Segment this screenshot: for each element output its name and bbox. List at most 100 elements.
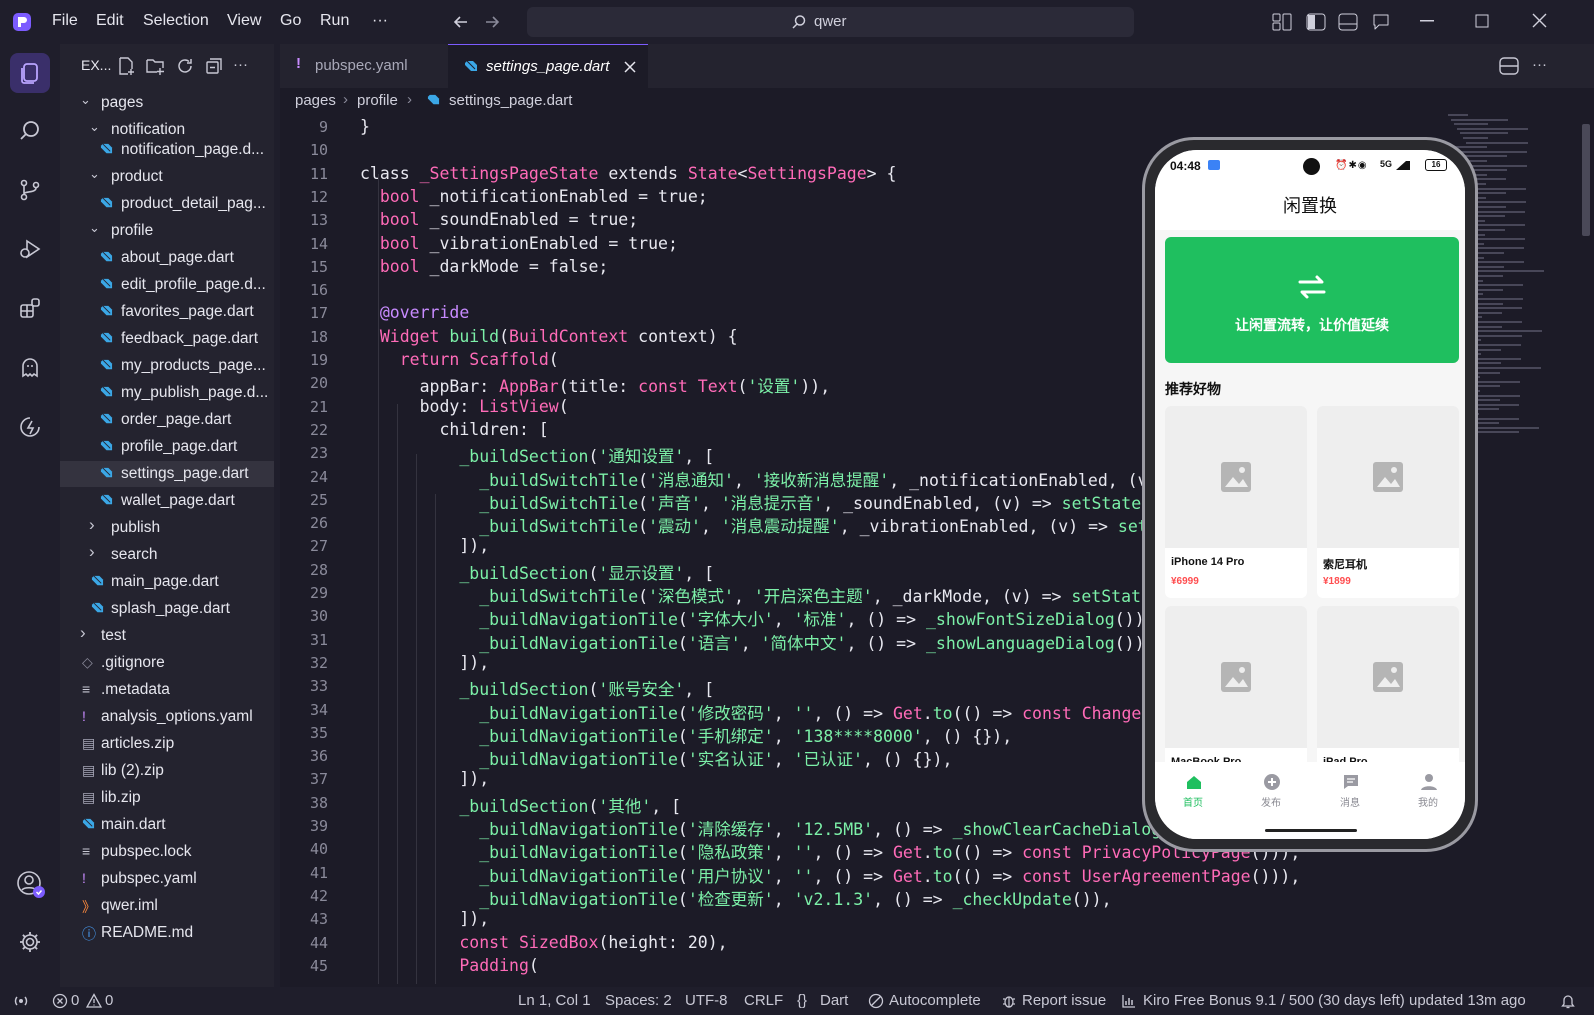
tree-item[interactable]: ≡ pubspec.lock [60, 839, 274, 865]
explorer-more-icon[interactable]: ··· [233, 56, 248, 73]
tree-item[interactable]: ≡ .metadata [60, 677, 274, 703]
settings-gear-icon[interactable] [18, 930, 42, 954]
code-token: . [922, 703, 933, 723]
nav-item[interactable]: 首页 [1178, 772, 1208, 812]
tree-item[interactable]: profile_page.dart [60, 434, 274, 460]
split-editor-icon[interactable] [1499, 56, 1519, 76]
tree-item[interactable]: ▤ articles.zip [60, 731, 274, 757]
phone-app-bar: 闲置换 [1155, 180, 1465, 230]
line-ending[interactable]: CRLF [744, 992, 783, 1009]
editor-scrollbar[interactable] [1582, 124, 1590, 236]
tree-item[interactable]: main_page.dart [60, 569, 274, 595]
tree-item[interactable]: › publish [60, 515, 274, 541]
warning-icon[interactable] [86, 993, 102, 1009]
layout-customize-icon[interactable] [1272, 13, 1292, 31]
breadcrumb-file[interactable]: settings_page.dart [449, 92, 572, 109]
arrow-right-icon[interactable] [483, 13, 501, 31]
close-window-icon[interactable] [1532, 13, 1547, 28]
tree-item[interactable]: my_products_page... [60, 353, 274, 379]
warning-count[interactable]: 0 [105, 992, 113, 1009]
autocomplete-status[interactable]: Autocomplete [889, 992, 981, 1009]
menu-view[interactable]: View [227, 12, 261, 30]
close-tab-icon[interactable] [624, 61, 636, 73]
refresh-icon[interactable] [175, 56, 195, 76]
source-control-icon[interactable] [18, 178, 42, 202]
tree-item[interactable]: my_publish_page.d... [60, 380, 274, 406]
tab-pubspec-yaml[interactable]: ! pubspec.yaml [280, 44, 448, 88]
arrow-left-icon[interactable] [452, 13, 470, 31]
toggle-panel-icon[interactable] [1338, 13, 1358, 31]
command-search-box[interactable]: qwer [527, 7, 1134, 37]
chat-icon[interactable] [1371, 12, 1391, 32]
menu-file[interactable]: File [52, 12, 78, 30]
tree-item[interactable]: ⌄ profile [60, 218, 274, 244]
hero-banner[interactable]: 让闲置流转，让价值延续 [1165, 237, 1459, 363]
breadcrumb-pages[interactable]: pages [295, 92, 336, 109]
tree-item[interactable]: about_page.dart [60, 245, 274, 271]
menu-run[interactable]: Run [320, 12, 349, 30]
product-card[interactable]: 索尼耳机 ¥1899 [1317, 406, 1459, 598]
maximize-icon[interactable] [1475, 14, 1489, 28]
indentation[interactable]: Spaces: 2 [605, 992, 672, 1009]
tree-item[interactable]: ! analysis_options.yaml [60, 704, 274, 730]
code-token: '' [793, 843, 814, 863]
menu-more[interactable]: ··· [372, 12, 388, 30]
product-card[interactable]: iPhone 14 Pro ¥6999 [1165, 406, 1307, 598]
tree-item[interactable]: settings_page.dart [60, 461, 274, 487]
report-issue-link[interactable]: Report issue [1022, 992, 1106, 1009]
editor-more-icon[interactable]: ··· [1532, 56, 1547, 73]
bonus-usage[interactable]: Kiro Free Bonus 9.1 / 500 (30 days left)… [1143, 992, 1526, 1009]
toggle-sidebar-icon[interactable] [1306, 13, 1326, 31]
tree-item[interactable]: ! pubspec.yaml [60, 866, 274, 892]
new-folder-icon[interactable] [145, 56, 165, 76]
agent-hooks-icon[interactable] [18, 415, 42, 439]
explorer-activity-button[interactable] [10, 53, 50, 93]
minimize-icon[interactable] [1420, 20, 1434, 22]
tab-settings-page-dart[interactable]: settings_page.dart [448, 44, 648, 88]
code-token: } [360, 117, 370, 136]
tree-item[interactable]: ◇ .gitignore [60, 650, 274, 676]
breadcrumb-profile[interactable]: profile [357, 92, 398, 109]
tree-item[interactable]: ⌄ product [60, 164, 274, 190]
remote-icon[interactable] [13, 993, 29, 1009]
camera-punch-hole [1303, 158, 1320, 175]
tree-item[interactable]: ▤ lib.zip [60, 785, 274, 811]
tree-item[interactable]: order_page.dart [60, 407, 274, 433]
tree-item[interactable]: product_detail_pag... [60, 191, 274, 217]
menu-edit[interactable]: Edit [96, 12, 124, 30]
tree-item[interactable]: ⌄ pages [60, 90, 274, 116]
extensions-icon[interactable] [18, 296, 42, 320]
tree-item[interactable]: ▤ lib (2).zip [60, 758, 274, 784]
collapse-all-icon[interactable] [204, 56, 224, 76]
tree-item[interactable]: wallet_page.dart [60, 488, 274, 514]
nav-item[interactable]: 我的 [1413, 772, 1443, 812]
dart-file-icon [465, 60, 477, 71]
tree-item[interactable]: › test [60, 623, 274, 649]
tree-item[interactable]: ⓘ README.md [60, 920, 274, 946]
tree-item[interactable]: main.dart [60, 812, 274, 838]
error-count[interactable]: 0 [71, 992, 79, 1009]
search-activity-icon[interactable] [18, 119, 42, 143]
nav-item[interactable]: 发布 [1256, 772, 1286, 812]
language-mode[interactable]: Dart [820, 992, 848, 1009]
error-icon[interactable] [52, 993, 68, 1009]
code-token: , [ [651, 796, 682, 816]
image-placeholder-icon [1373, 662, 1403, 692]
cursor-position[interactable]: Ln 1, Col 1 [518, 992, 591, 1009]
nav-item[interactable]: 消息 [1335, 772, 1365, 812]
menu-selection[interactable]: Selection [143, 12, 209, 30]
encoding[interactable]: UTF-8 [685, 992, 728, 1009]
new-file-icon[interactable] [116, 56, 136, 76]
menu-go[interactable]: Go [280, 12, 301, 30]
notifications-bell-icon[interactable] [1560, 993, 1576, 1009]
tree-item[interactable]: notification_page.d... [60, 137, 274, 163]
tree-item[interactable]: feedback_page.dart [60, 326, 274, 352]
run-debug-icon[interactable] [18, 237, 42, 261]
tree-item[interactable]: favorites_page.dart [60, 299, 274, 325]
tree-item[interactable]: › search [60, 542, 274, 568]
kiro-ghost-icon[interactable] [18, 356, 42, 380]
tree-item[interactable]: edit_profile_page.d... [60, 272, 274, 298]
tree-item[interactable]: splash_page.dart [60, 596, 274, 622]
account-icon[interactable] [16, 870, 46, 900]
tree-item[interactable]: 》 qwer.iml [60, 893, 274, 919]
